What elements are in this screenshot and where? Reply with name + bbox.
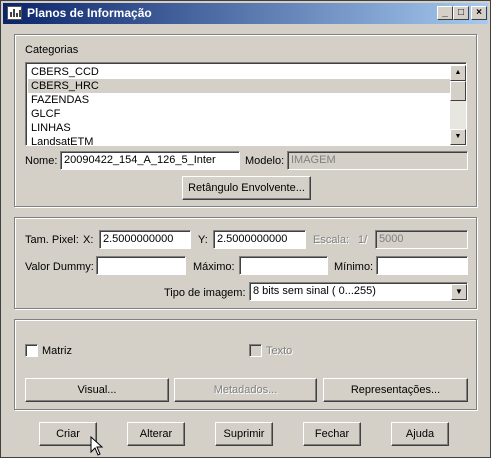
fechar-button[interactable]: Fechar <box>303 422 361 446</box>
app-icon <box>7 6 22 20</box>
valor-dummy-label: Valor Dummy: <box>25 261 94 273</box>
representacoes-button[interactable]: Representações... <box>323 378 468 402</box>
scroll-up-icon[interactable]: ▲ <box>450 65 466 81</box>
window-title: Planos de Informação <box>27 6 152 20</box>
minimize-button[interactable]: _ <box>437 6 453 20</box>
categorias-list[interactable]: CBERS_CCD CBERS_HRC FAZENDAS GLCF LINHAS… <box>25 62 467 146</box>
nome-label: Nome: <box>25 155 58 167</box>
maximo-label: Máximo: <box>193 261 235 273</box>
pixel-y-input[interactable]: 2.5000000000 <box>213 230 306 249</box>
suprimir-button[interactable]: Suprimir <box>215 422 273 446</box>
dropdown-arrow-icon[interactable]: ▼ <box>451 284 467 300</box>
matriz-checkbox[interactable] <box>25 344 38 357</box>
scroll-thumb[interactable] <box>450 81 466 101</box>
metadados-button: Metadados... <box>174 378 317 402</box>
title-bar[interactable]: Planos de Informação _ □ × <box>3 3 488 24</box>
texto-label: Texto <box>266 345 293 357</box>
list-scrollbar[interactable]: ▲ ▼ <box>450 65 466 145</box>
maximize-button[interactable]: □ <box>453 6 469 20</box>
nome-input[interactable]: 20090422_154_A_126_5_Inter <box>60 151 240 170</box>
categorias-label: Categorias <box>25 44 79 56</box>
visual-button[interactable]: Visual... <box>25 378 169 402</box>
tam-pixel-label: Tam. Pixel: <box>25 234 79 246</box>
pixel-x-input[interactable]: 2.5000000000 <box>99 230 191 249</box>
ajuda-button[interactable]: Ajuda <box>391 422 449 446</box>
list-item-selected[interactable]: CBERS_HRC <box>28 79 450 93</box>
escala-prefix: 1/ <box>358 234 368 246</box>
tipo-imagem-label: Tipo de imagem: <box>164 287 246 299</box>
maximo-input[interactable] <box>239 256 328 275</box>
minimo-label: Mínimo: <box>334 261 374 273</box>
pixel-y-label: Y: <box>198 234 208 246</box>
criar-button[interactable]: Criar <box>39 422 97 446</box>
modelo-label: Modelo: <box>245 155 285 167</box>
scroll-down-icon[interactable]: ▼ <box>450 129 466 145</box>
list-item[interactable]: LandsatETM <box>28 135 450 145</box>
retangulo-envolvente-button[interactable]: Retângulo Envolvente... <box>182 176 311 200</box>
minimo-input[interactable] <box>376 256 468 275</box>
mouse-cursor-icon <box>90 436 104 456</box>
texto-checkbox <box>249 344 262 357</box>
tipo-imagem-select[interactable]: 8 bits sem sinal ( 0...255) <box>249 282 468 301</box>
list-item[interactable]: FAZENDAS <box>28 93 450 107</box>
escala-label: Escala: <box>313 234 350 246</box>
matriz-label: Matriz <box>42 345 72 357</box>
modelo-input: IMAGEM <box>287 151 468 170</box>
alterar-button[interactable]: Alterar <box>127 422 185 446</box>
escala-input: 5000 <box>375 230 468 249</box>
list-item[interactable]: LINHAS <box>28 121 450 135</box>
list-item[interactable]: GLCF <box>28 107 450 121</box>
list-item[interactable]: CBERS_CCD <box>28 65 450 79</box>
close-button[interactable]: × <box>471 6 487 20</box>
planos-window: Planos de Informação _ □ × Categorias CB… <box>0 0 491 458</box>
valor-dummy-input[interactable] <box>96 256 186 275</box>
pixel-x-label: X: <box>83 234 94 246</box>
